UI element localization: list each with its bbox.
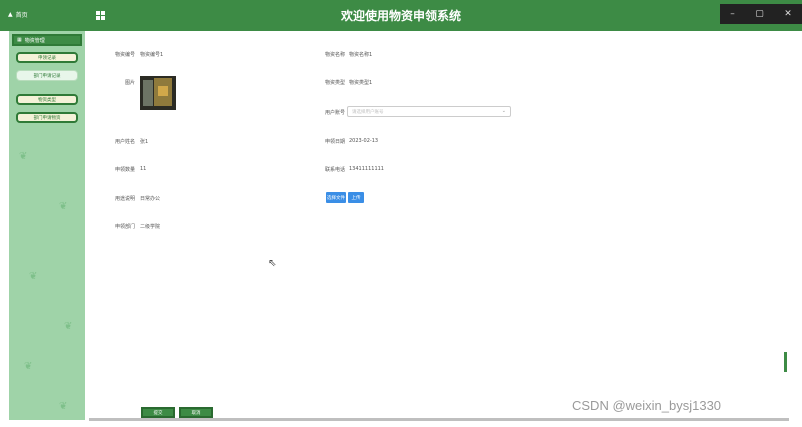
- menu-group-header[interactable]: ▦ 物资管理: [12, 34, 82, 46]
- value-use-note: 日常办公: [140, 196, 161, 202]
- value-apply-qty: 11: [140, 166, 147, 172]
- sidebar-item-apply-records[interactable]: 申领记录: [16, 52, 78, 63]
- label-user-name: 用户姓名: [114, 139, 135, 145]
- label-use-note: 用途说明: [114, 196, 135, 202]
- label-photo: 图片: [124, 80, 135, 86]
- label-apply-date: 申领日期: [324, 139, 345, 145]
- value-phone: 13411111111: [349, 166, 384, 172]
- label-material-type: 物资类型: [324, 80, 345, 86]
- value-material-code: 物资编号1: [140, 52, 164, 58]
- value-material-name: 物资名称1: [349, 52, 373, 58]
- upload-button[interactable]: 上传: [348, 192, 364, 203]
- leaf-decoration-icon: ❦: [29, 271, 38, 282]
- label-user-account: 用户账号: [324, 110, 345, 116]
- leaf-decoration-icon: ❦: [59, 401, 68, 412]
- sidebar-item-dept-apply-material[interactable]: 部门申请物资: [16, 112, 78, 123]
- sidebar: ❦ ❦ ❦ ❦ ❦ ❦ ▦ 物资管理 申领记录 部门申请记录 物资类型 部门申请…: [9, 31, 85, 420]
- label-apply-qty: 申领数量: [114, 167, 135, 173]
- choose-file-button[interactable]: 选择文件: [326, 192, 346, 203]
- value-dept: 二级学院: [140, 224, 161, 230]
- horizontal-scrollbar[interactable]: [89, 418, 789, 421]
- close-button[interactable]: ✕: [784, 9, 792, 19]
- value-user-name: 张1: [140, 139, 149, 145]
- leaf-decoration-icon: ❦: [24, 361, 33, 372]
- mouse-cursor-icon: ⇖: [268, 258, 277, 269]
- leaf-decoration-icon: ❦: [19, 151, 28, 162]
- user-account-select[interactable]: 请选择用户账号 ⌄: [347, 106, 511, 117]
- maximize-button[interactable]: ▢: [755, 9, 764, 19]
- leaf-decoration-icon: ❦: [59, 201, 68, 212]
- value-apply-date: 2023-02-13: [349, 138, 379, 144]
- submit-button[interactable]: 提交: [141, 407, 175, 418]
- minimize-button[interactable]: –: [730, 9, 735, 19]
- watermark: CSDN @weixin_bysj1330: [572, 398, 722, 413]
- chevron-down-icon: ⌄: [501, 108, 506, 114]
- cancel-button[interactable]: 取消: [179, 407, 213, 418]
- top-bar: ▲ 首页 欢迎使用物资申领系统 – ▢ ✕: [0, 0, 802, 31]
- leaf-decoration-icon: ❦: [64, 321, 73, 332]
- app-title: 欢迎使用物资申领系统: [340, 9, 461, 23]
- sidebar-item-dept-apply-records[interactable]: 部门申请记录: [16, 70, 78, 81]
- label-dept: 申领部门: [114, 224, 135, 230]
- label-material-name: 物资名称: [324, 52, 345, 58]
- value-material-type: 物资类型1: [349, 80, 373, 86]
- window-controls: – ▢ ✕: [720, 4, 802, 24]
- label-material-code: 物资编号: [114, 52, 135, 58]
- sidebar-item-material-type[interactable]: 物资类型: [16, 94, 78, 105]
- scroll-indicator: [784, 352, 787, 372]
- label-phone: 联系电话: [324, 167, 345, 173]
- material-photo: [140, 76, 176, 110]
- grid-icon: ▦: [17, 37, 22, 43]
